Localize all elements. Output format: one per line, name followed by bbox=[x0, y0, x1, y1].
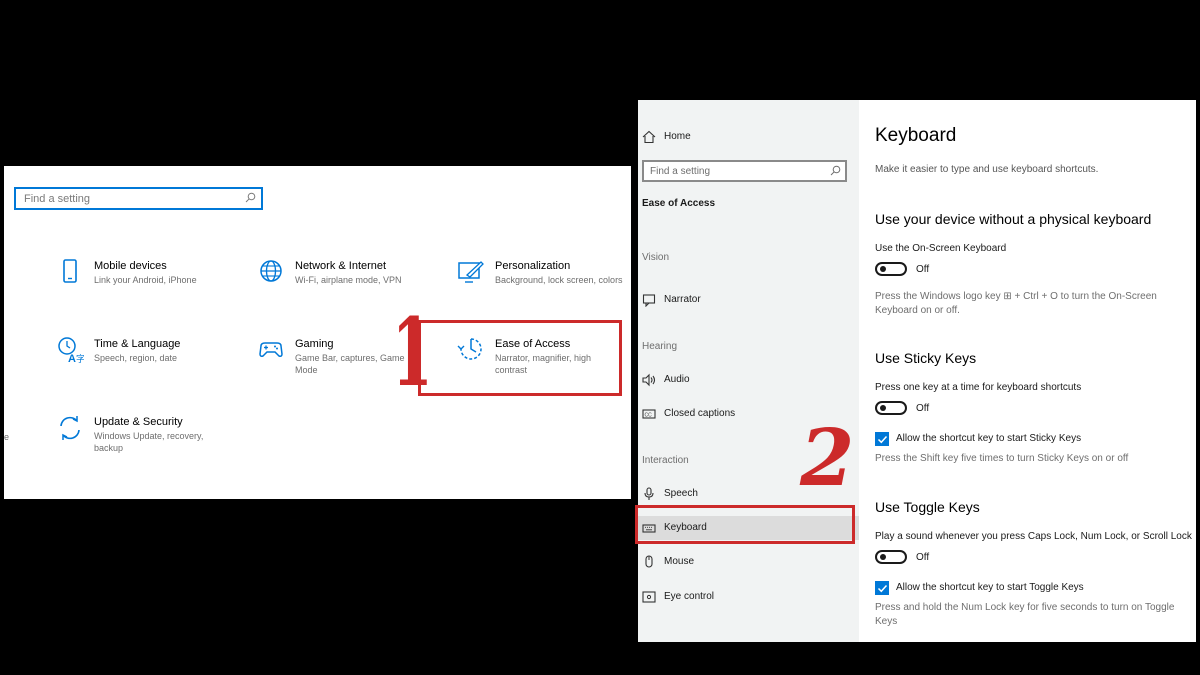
sidebar-group-interaction: Interaction bbox=[642, 455, 689, 466]
search-placeholder: Find a setting bbox=[650, 166, 711, 177]
sidebar-item-label: Eye control bbox=[664, 591, 715, 602]
search-icon bbox=[830, 165, 841, 176]
category-title: Update & Security bbox=[94, 416, 183, 428]
category-desc: Windows Update, recovery, backup bbox=[94, 431, 204, 453]
category-title: Network & Internet bbox=[295, 260, 387, 272]
category-personalization[interactable]: Personalization Background, lock screen,… bbox=[457, 258, 629, 318]
time-language-icon: A 字 bbox=[58, 337, 84, 364]
page-subtitle: Make it easier to type and use keyboard … bbox=[875, 164, 1099, 175]
category-desc: Speech, region, date bbox=[94, 353, 178, 363]
sidebar-item-label: Closed captions bbox=[664, 408, 736, 419]
category-mobile-devices[interactable]: Mobile devices Link your Android, iPhone bbox=[56, 258, 226, 318]
highlight-ease-of-access bbox=[418, 320, 622, 396]
osk-toggle[interactable] bbox=[875, 262, 907, 276]
gamepad-icon bbox=[259, 342, 283, 357]
sidebar-search-input[interactable]: Find a setting bbox=[642, 160, 847, 182]
brush-screen-icon bbox=[458, 261, 484, 283]
toggle-keys-hint: Press and hold the Num Lock key for five… bbox=[875, 602, 1175, 627]
checkmark-icon bbox=[877, 584, 888, 593]
toggle-keys-toggle[interactable] bbox=[875, 550, 907, 564]
search-icon bbox=[245, 192, 256, 203]
sync-icon bbox=[60, 416, 80, 440]
category-title: Time & Language bbox=[94, 338, 181, 350]
sidebar-item-narrator[interactable]: Narrator bbox=[638, 288, 859, 312]
svg-text:A: A bbox=[68, 353, 76, 364]
category-title: Mobile devices bbox=[94, 260, 167, 272]
sidebar-item-eye-control[interactable]: Eye control bbox=[638, 585, 859, 609]
home-icon bbox=[642, 130, 656, 144]
category-title: Gaming bbox=[295, 338, 334, 350]
svg-text:字: 字 bbox=[76, 353, 84, 364]
toggle-keys-toggle-state: Off bbox=[916, 552, 930, 563]
checkmark-icon bbox=[877, 435, 888, 444]
search-input[interactable]: Find a setting bbox=[14, 187, 263, 210]
eye-control-icon bbox=[642, 591, 656, 603]
left-edge-fragment: e bbox=[4, 432, 10, 442]
mouse-icon bbox=[645, 555, 653, 568]
sidebar-item-label: Mouse bbox=[664, 556, 695, 567]
sidebar-section-title: Ease of Access bbox=[642, 198, 716, 209]
osk-toggle-state: Off bbox=[916, 264, 930, 275]
category-update-security[interactable]: Update & Security Windows Update, recove… bbox=[56, 414, 226, 474]
sidebar-group-vision: Vision bbox=[642, 252, 670, 263]
sticky-keys-toggle[interactable] bbox=[875, 401, 907, 415]
speaker-icon bbox=[642, 373, 656, 387]
page-title: Keyboard bbox=[875, 125, 957, 146]
category-desc: Game Bar, captures, Game Mode bbox=[295, 353, 405, 375]
search-placeholder: Find a setting bbox=[24, 193, 91, 205]
sidebar-item-mouse[interactable]: Mouse bbox=[638, 550, 859, 574]
sidebar-group-hearing: Hearing bbox=[642, 341, 678, 352]
section-heading-toggle-keys: Use Toggle Keys bbox=[875, 499, 980, 515]
category-desc: Wi-Fi, airplane mode, VPN bbox=[295, 275, 402, 285]
toggle-keys-label: Play a sound whenever you press Caps Loc… bbox=[875, 531, 1192, 542]
sticky-keys-label: Press one key at a time for keyboard sho… bbox=[875, 382, 1082, 393]
sidebar-item-label: Narrator bbox=[664, 294, 701, 305]
sidebar: Home Find a setting Ease of Access Visio… bbox=[638, 100, 859, 642]
osk-label: Use the On-Screen Keyboard bbox=[875, 243, 1007, 254]
sidebar-item-label: Audio bbox=[664, 374, 690, 385]
category-title: Personalization bbox=[495, 260, 571, 272]
osk-hint: Press the Windows logo key ⊞ + Ctrl + O … bbox=[875, 291, 1157, 316]
keyboard-settings-window: Home Find a setting Ease of Access Visio… bbox=[638, 100, 1196, 642]
toggle-keys-shortcut-label: Allow the shortcut key to start Toggle K… bbox=[896, 582, 1084, 593]
globe-icon bbox=[260, 260, 282, 282]
sticky-keys-shortcut-checkbox[interactable] bbox=[875, 432, 889, 446]
sticky-keys-hint: Press the Shift key five times to turn S… bbox=[875, 453, 1129, 464]
narrator-icon bbox=[642, 294, 656, 307]
section-heading-sticky-keys: Use Sticky Keys bbox=[875, 350, 977, 366]
sidebar-item-label: Speech bbox=[664, 488, 698, 499]
step-number-1: 1 bbox=[392, 298, 433, 408]
microphone-icon bbox=[644, 487, 654, 500]
category-desc: Link your Android, iPhone bbox=[94, 275, 197, 285]
sidebar-item-audio[interactable]: Audio bbox=[638, 368, 859, 392]
toggle-keys-shortcut-checkbox[interactable] bbox=[875, 581, 889, 595]
category-time-language[interactable]: A 字 Time & Language Speech, region, date bbox=[56, 336, 226, 396]
step-number-2: 2 bbox=[800, 413, 855, 504]
phone-icon bbox=[63, 259, 77, 283]
sidebar-item-home[interactable]: Home bbox=[638, 125, 859, 149]
highlight-keyboard bbox=[635, 505, 855, 544]
sticky-keys-shortcut-label: Allow the shortcut key to start Sticky K… bbox=[896, 433, 1082, 444]
sidebar-item-label: Home bbox=[664, 131, 691, 142]
section-heading-osk: Use your device without a physical keybo… bbox=[875, 211, 1152, 227]
closed-captions-icon: CC bbox=[642, 409, 656, 419]
svg-text:CC: CC bbox=[645, 413, 653, 419]
sticky-keys-toggle-state: Off bbox=[916, 403, 930, 414]
keyboard-settings-content: Keyboard Make it easier to type and use … bbox=[859, 100, 1196, 642]
category-desc: Background, lock screen, colors bbox=[495, 275, 623, 285]
